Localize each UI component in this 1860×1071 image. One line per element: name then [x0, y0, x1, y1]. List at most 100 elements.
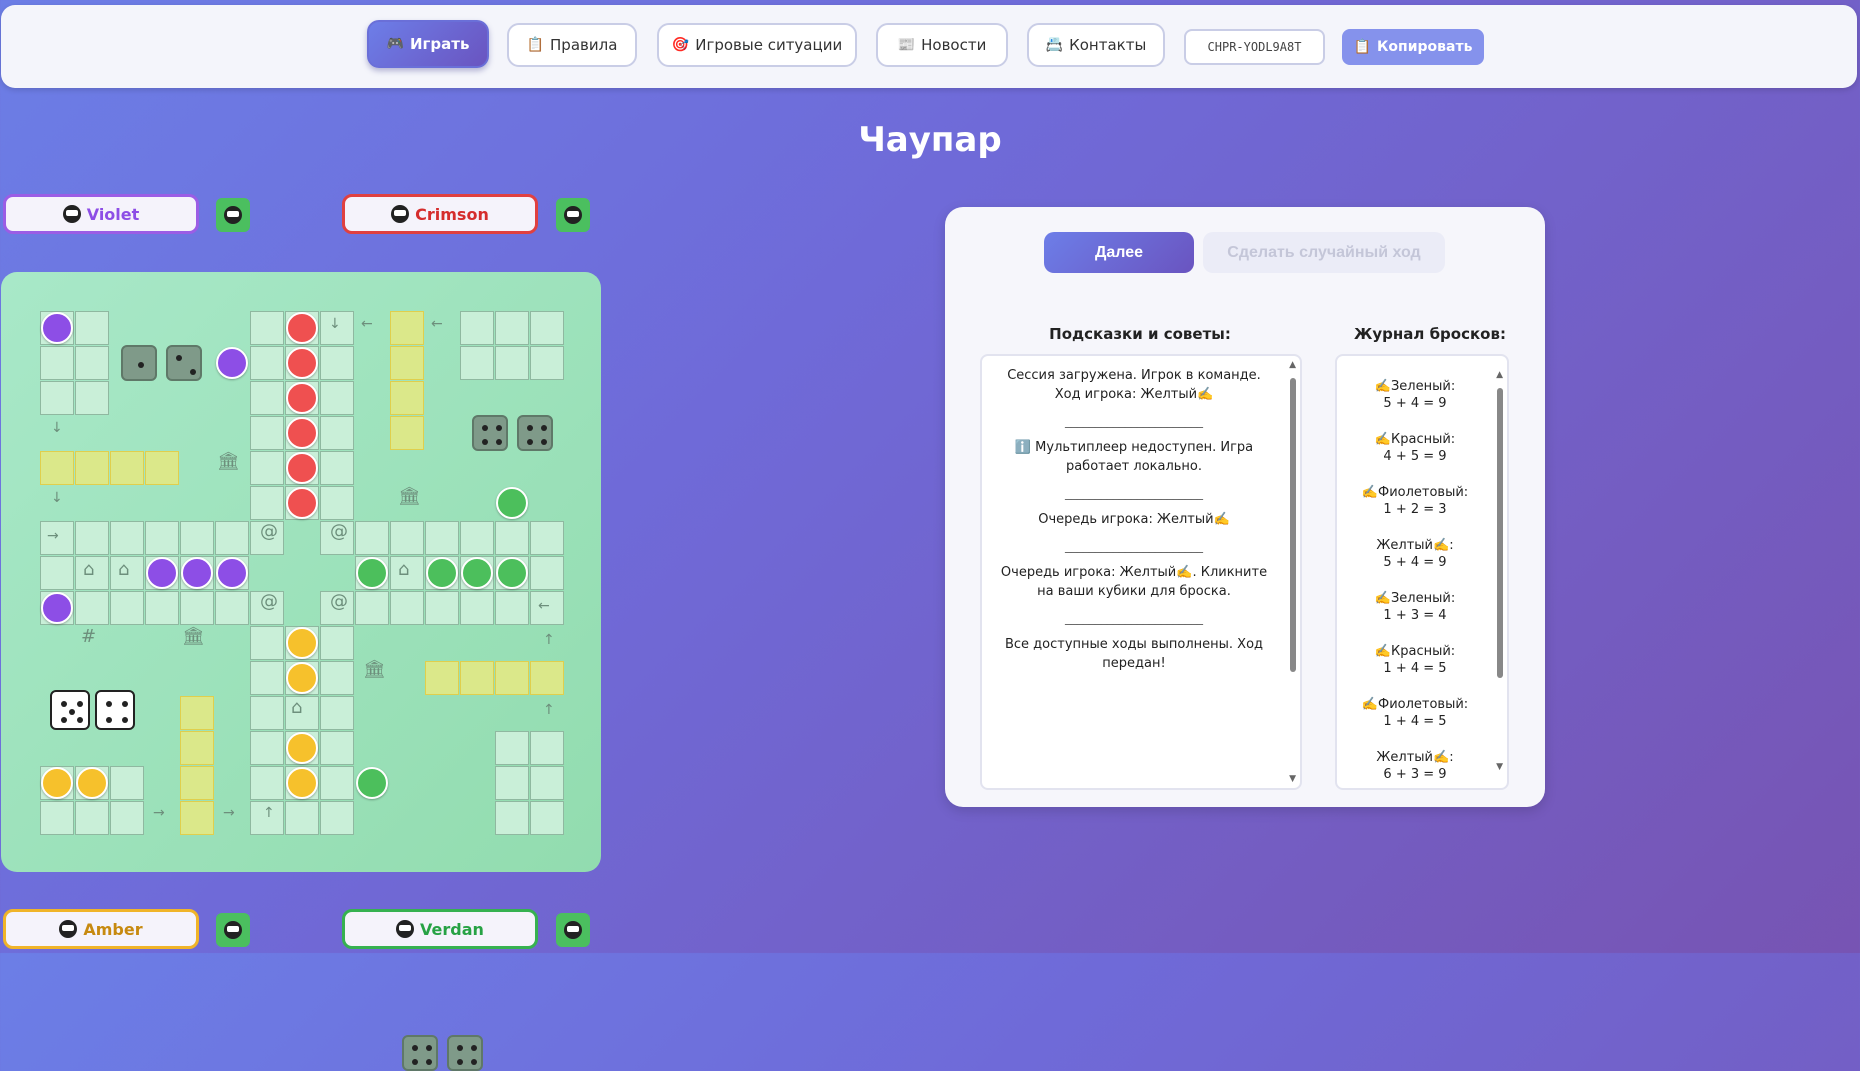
board-cell[interactable] — [355, 521, 389, 555]
scroll-up-icon[interactable]: ▲ — [1496, 370, 1503, 380]
game-piece[interactable] — [286, 312, 318, 344]
board-cell[interactable] — [425, 521, 459, 555]
board-cell[interactable] — [320, 626, 354, 660]
game-piece[interactable] — [76, 767, 108, 799]
game-piece[interactable] — [496, 487, 528, 519]
board-cell[interactable] — [425, 661, 459, 695]
game-piece[interactable] — [286, 382, 318, 414]
board-cell[interactable] — [250, 346, 284, 380]
board-cell[interactable] — [180, 591, 214, 625]
game-piece[interactable] — [41, 767, 73, 799]
board-cell[interactable] — [390, 311, 424, 345]
board-cell[interactable] — [320, 381, 354, 415]
game-piece[interactable] — [216, 347, 248, 379]
board-cell[interactable] — [180, 521, 214, 555]
board-cell[interactable] — [320, 416, 354, 450]
game-piece[interactable] — [496, 557, 528, 589]
board-cell[interactable] — [180, 766, 214, 800]
board-cell[interactable] — [320, 486, 354, 520]
game-piece[interactable] — [356, 767, 388, 799]
dice[interactable] — [402, 1035, 438, 1071]
board-cell[interactable] — [320, 801, 354, 835]
dice[interactable] — [447, 1035, 483, 1071]
board-cell[interactable] — [460, 346, 494, 380]
game-piece[interactable] — [286, 627, 318, 659]
board-cell[interactable] — [495, 766, 529, 800]
board-cell[interactable] — [215, 521, 249, 555]
board-cell[interactable] — [495, 801, 529, 835]
board-cell[interactable] — [110, 451, 144, 485]
board-cell[interactable] — [110, 521, 144, 555]
board-cell[interactable] — [75, 451, 109, 485]
game-piece[interactable] — [146, 557, 178, 589]
board-cell[interactable] — [75, 591, 109, 625]
board-cell[interactable] — [250, 311, 284, 345]
game-piece[interactable] — [286, 347, 318, 379]
board-cell[interactable] — [460, 591, 494, 625]
board-cell[interactable] — [75, 381, 109, 415]
board-cell[interactable] — [110, 801, 144, 835]
board-cell[interactable] — [495, 346, 529, 380]
game-piece[interactable] — [461, 557, 493, 589]
board-cell[interactable] — [530, 311, 564, 345]
board-cell[interactable] — [250, 416, 284, 450]
hints-list[interactable]: Сессия загружена. Игрок в команде. Ход и… — [980, 354, 1302, 790]
nav-rules-button[interactable]: 📋 Правила — [507, 23, 637, 67]
random-move-button[interactable]: Сделать случайный ход — [1203, 232, 1445, 273]
board-cell[interactable] — [40, 381, 74, 415]
game-piece[interactable] — [286, 732, 318, 764]
board-cell[interactable] — [40, 801, 74, 835]
board-cell[interactable] — [320, 696, 354, 730]
nav-situations-button[interactable]: 🎯 Игровые ситуации — [657, 23, 857, 67]
nav-play-button[interactable]: 🎮 Играть — [367, 20, 489, 68]
board-cell[interactable] — [75, 521, 109, 555]
board-cell[interactable] — [495, 661, 529, 695]
copy-code-button[interactable]: 📋 Копировать — [1342, 29, 1484, 65]
game-piece[interactable] — [181, 557, 213, 589]
board-cell[interactable] — [250, 696, 284, 730]
game-piece[interactable] — [41, 592, 73, 624]
board-cell[interactable] — [320, 661, 354, 695]
board-cell[interactable] — [40, 451, 74, 485]
board-cell[interactable] — [250, 381, 284, 415]
rolls-scrollbar[interactable] — [1497, 388, 1503, 678]
board-cell[interactable] — [460, 311, 494, 345]
nav-contacts-button[interactable]: 📇 Контакты — [1027, 23, 1165, 67]
board-cell[interactable] — [530, 521, 564, 555]
board-cell[interactable] — [110, 591, 144, 625]
board-cell[interactable] — [250, 661, 284, 695]
board-cell[interactable] — [215, 591, 249, 625]
player-avatar-violet[interactable] — [216, 198, 250, 232]
rolls-list[interactable]: ✍️Зеленый: 5 + 4 = 9 ✍️Красный: 4 + 5 = 9 … — [1335, 354, 1509, 790]
board-cell[interactable] — [250, 451, 284, 485]
board-cell[interactable] — [320, 451, 354, 485]
dice[interactable] — [121, 345, 157, 381]
dice[interactable] — [95, 690, 135, 730]
game-piece[interactable] — [426, 557, 458, 589]
game-piece[interactable] — [41, 312, 73, 344]
player-avatar-verdan[interactable] — [556, 913, 590, 947]
board-cell[interactable] — [75, 311, 109, 345]
dice[interactable] — [472, 415, 508, 451]
board-cell[interactable] — [180, 696, 214, 730]
board-cell[interactable] — [390, 381, 424, 415]
game-piece[interactable] — [286, 767, 318, 799]
session-code-field[interactable]: CHPR-YODL9A8T — [1184, 29, 1325, 65]
board-cell[interactable] — [390, 591, 424, 625]
game-piece[interactable] — [286, 487, 318, 519]
scroll-down-icon[interactable]: ▼ — [1496, 762, 1503, 772]
board-cell[interactable] — [530, 661, 564, 695]
board-cell[interactable] — [145, 451, 179, 485]
dice[interactable] — [166, 345, 202, 381]
board-cell[interactable] — [495, 591, 529, 625]
board-cell[interactable] — [250, 486, 284, 520]
scroll-up-icon[interactable]: ▲ — [1289, 360, 1296, 370]
board-cell[interactable] — [250, 731, 284, 765]
board-cell[interactable] — [75, 801, 109, 835]
dice[interactable] — [50, 690, 90, 730]
board-cell[interactable] — [530, 766, 564, 800]
board-cell[interactable] — [145, 591, 179, 625]
board-cell[interactable] — [250, 626, 284, 660]
board-cell[interactable] — [530, 556, 564, 590]
board-cell[interactable] — [530, 346, 564, 380]
